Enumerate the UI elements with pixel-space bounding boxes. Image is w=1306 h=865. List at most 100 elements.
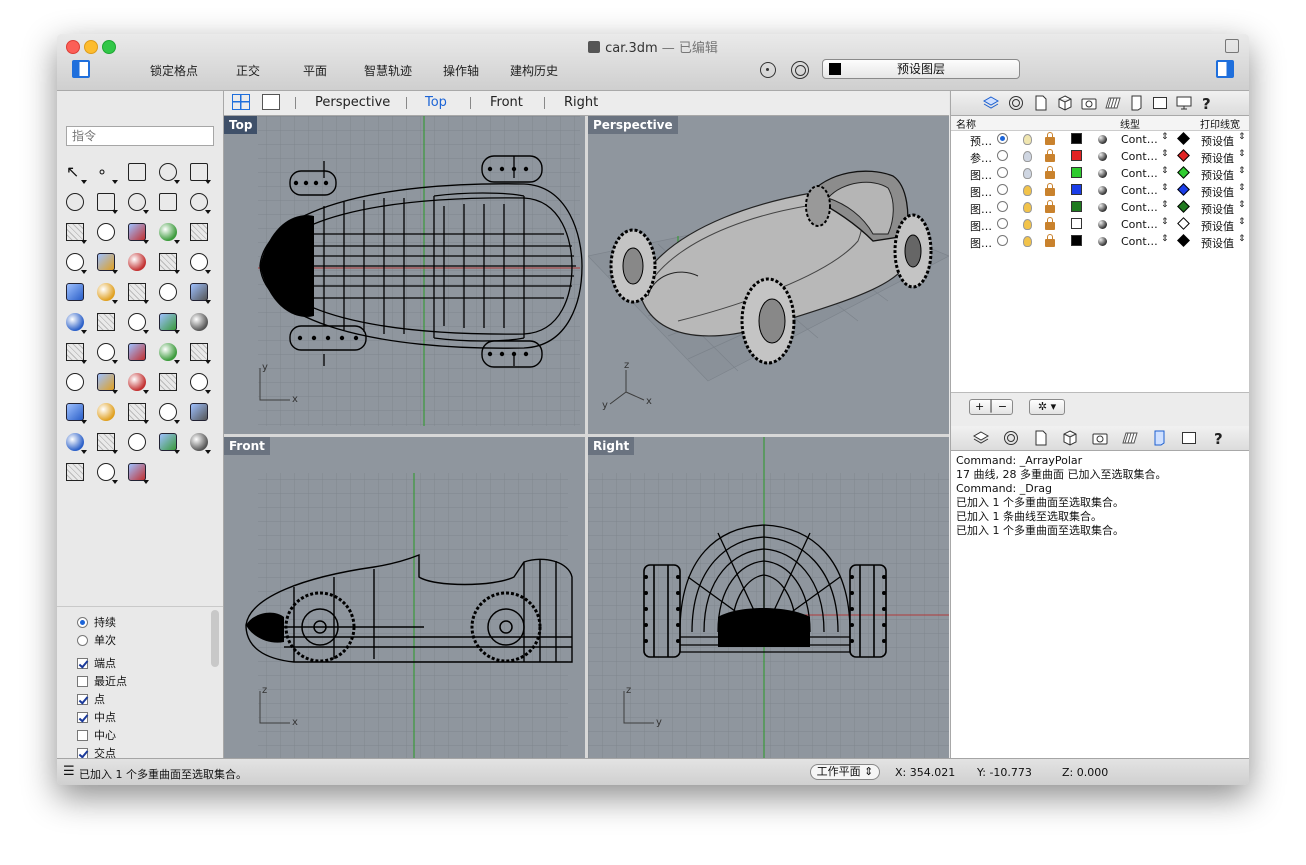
updown-icon[interactable]: ⇕ [1161,217,1169,227]
lock-icon[interactable] [1045,217,1055,230]
ellipse-icon[interactable] [62,189,88,215]
move-icon[interactable] [62,309,88,335]
grid-array-icon[interactable] [62,339,88,365]
material-ball-icon[interactable] [1098,237,1107,246]
plane-view-icon[interactable] [124,399,150,425]
layer-row[interactable]: 图… Cont… ⇕ 预设值 ⇕ [951,233,1249,250]
array-icon[interactable] [93,309,119,335]
layer-gear-menu[interactable]: ✲ ▾ [1029,399,1065,415]
left-panel-toggle-icon[interactable] [72,60,90,78]
layer-linetype[interactable]: Cont… [1121,184,1158,197]
explode-icon[interactable] [124,249,150,275]
layers-icon[interactable] [973,430,989,446]
updown-icon[interactable]: ⇕ [1238,217,1246,227]
header-name[interactable]: 名称 [956,116,976,131]
lock-icon[interactable] [1045,149,1055,162]
visibility-bulb-icon[interactable] [1023,168,1032,179]
layer-color-swatch[interactable] [1071,133,1082,144]
viewport-top[interactable]: x y Top [224,116,585,434]
layer-color-swatch[interactable] [1071,235,1082,246]
updown-icon[interactable]: ⇕ [1161,149,1169,159]
visibility-bulb-icon[interactable] [1023,134,1032,145]
viewport-label-perspective[interactable]: Perspective [588,116,678,134]
split-icon[interactable] [155,249,181,275]
osnap-scrollbar[interactable] [211,610,219,667]
print-color-diamond[interactable] [1177,183,1190,196]
lock-icon[interactable] [1045,200,1055,213]
osnap-point[interactable]: 点 [77,691,105,707]
polyline-icon[interactable] [124,159,150,185]
lock-icon[interactable] [1045,234,1055,247]
layer-name[interactable]: 图… [970,184,992,200]
cplane-circle-icon[interactable] [791,61,809,79]
properties-icon[interactable] [1033,430,1049,446]
osnap-near[interactable]: 最近点 [77,673,127,689]
right-panel-toggle-icon[interactable] [1216,60,1234,78]
layer-name[interactable]: 图… [970,167,992,183]
rectangle-icon[interactable] [124,189,150,215]
material-ball-icon[interactable] [1098,203,1107,212]
material-ball-icon[interactable] [1098,135,1107,144]
help-icon[interactable]: ? [1199,95,1215,111]
add-remove-layer-buttons[interactable]: + │ − [969,399,1013,415]
single-view-layout-icon[interactable] [262,94,280,110]
four-view-layout-icon[interactable] [232,94,250,110]
object-icon[interactable] [1057,95,1073,111]
tab-perspective[interactable]: Perspective [315,95,390,110]
command-history-icon[interactable] [1152,430,1168,446]
fillet-icon[interactable] [186,189,212,215]
layer-linetype[interactable]: Cont… [1121,167,1158,180]
list-icon[interactable]: ☰ [63,764,75,779]
layer-name[interactable]: 图… [970,201,992,217]
cplane-icon[interactable] [1105,95,1121,111]
osnap-persistent[interactable]: 持续 [77,614,116,630]
lock-icon[interactable] [1045,132,1055,145]
paint-icon[interactable] [62,369,88,395]
camera-target-icon[interactable] [155,399,181,425]
layer-row[interactable]: 图… Cont… ⇕ 预设值 ⇕ [951,165,1249,182]
layer-color-swatch[interactable] [1071,184,1082,195]
add-layer-icon[interactable]: + [975,400,984,413]
layer-printwidth[interactable]: 预设值 [1201,218,1234,234]
print-color-diamond[interactable] [1177,234,1190,247]
updown-icon[interactable]: ⇕ [1161,166,1169,176]
layer-linetype[interactable]: Cont… [1121,133,1158,146]
viewport-perspective[interactable]: x y z Perspective [588,116,949,434]
updown-icon[interactable]: ⇕ [1238,234,1246,244]
gear-transform-icon[interactable] [93,249,119,275]
gumball-button[interactable]: 操作轴 [443,62,479,79]
print-color-diamond[interactable] [1177,149,1190,162]
updown-icon[interactable]: ⇕ [1161,132,1169,142]
arc-icon[interactable] [93,189,119,215]
updown-icon[interactable]: ⇕ [1161,183,1169,193]
print-color-diamond[interactable] [1177,200,1190,213]
color-wheel-icon[interactable] [124,429,150,455]
checkmark-icon[interactable] [155,339,181,365]
viewport-front[interactable]: x z Front [224,437,585,758]
box-icon[interactable] [124,219,150,245]
boolean-icon[interactable] [155,219,181,245]
point-icon[interactable]: ∘ [93,159,119,185]
hierarchy-icon[interactable] [124,459,150,485]
command-input[interactable] [66,126,214,146]
current-layer-radio[interactable] [997,235,1008,246]
print-color-diamond[interactable] [1177,217,1190,230]
planar-button[interactable]: 平面 [303,62,327,79]
light-icon[interactable] [186,399,212,425]
layer-row[interactable]: 图… Cont… ⇕ 预设值 ⇕ [951,216,1249,233]
cylinder-icon[interactable] [186,219,212,245]
tab-right[interactable]: Right [564,95,598,110]
cplane-popup[interactable]: 工作平面 ⇕ [810,764,880,780]
layer-printwidth[interactable]: 预设值 [1201,235,1234,251]
current-layer-radio[interactable] [997,167,1008,178]
properties-icon[interactable] [1033,95,1049,111]
history-button[interactable]: 建构历史 [510,62,558,79]
fullscreen-icon[interactable] [1225,39,1239,53]
analyze-icon[interactable] [186,339,212,365]
header-printwidth[interactable]: 打印线宽 [1200,116,1240,131]
ortho-button[interactable]: 正交 [236,62,260,79]
help-icon[interactable]: ? [1211,430,1227,446]
select-arrow-icon[interactable]: ↖ [62,159,88,185]
updown-icon[interactable]: ⇕ [1238,166,1246,176]
print-color-diamond[interactable] [1177,166,1190,179]
